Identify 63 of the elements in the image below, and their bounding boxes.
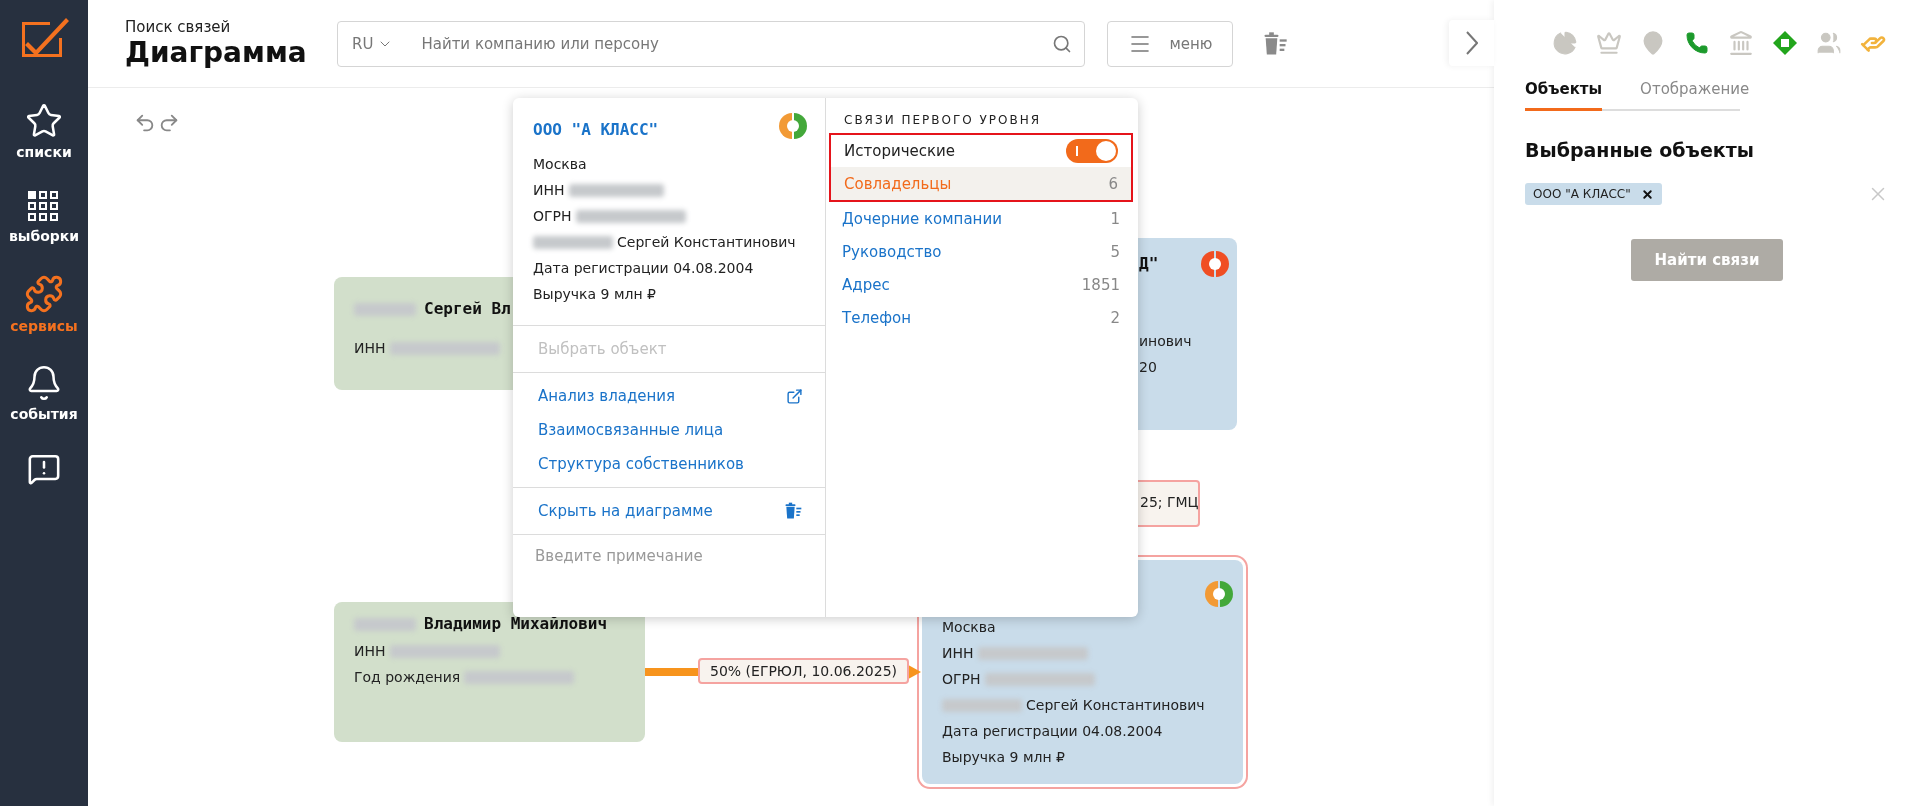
detail-text: ОГРН [533, 207, 572, 226]
status-icon [1205, 580, 1233, 608]
language-select[interactable]: RU [352, 34, 394, 53]
card-title: Сергей Вл [424, 298, 511, 320]
detail-text: Дата регистрации 04.08.2004 [942, 722, 1163, 741]
detail-text: ИНН [354, 339, 386, 358]
link-item[interactable]: Телефон 2 [826, 301, 1138, 334]
section-heading: СВЯЗИ ПЕРВОГО УРОВНЯ [843, 113, 1043, 129]
search-icon[interactable] [1052, 33, 1072, 54]
detail-text: инович [1139, 332, 1192, 351]
menu-action[interactable]: Структура собственников [513, 447, 825, 481]
puzzle-icon [24, 274, 64, 314]
sidebar-item[interactable]: сервисы [10, 274, 78, 334]
status-icon [779, 112, 807, 140]
detail-text: Москва [533, 155, 587, 174]
feedback-icon [27, 452, 61, 486]
detail-text: ОГРН [942, 670, 981, 689]
sidebar-item[interactable]: события [10, 364, 78, 422]
detail-text: Сергей Константинович [617, 233, 796, 252]
detail-text: Год рождения [354, 668, 461, 687]
detail-text: 20 [1139, 358, 1157, 377]
tab[interactable]: Объекты [1525, 80, 1603, 111]
menu-action[interactable]: Взаимосвязанные лица [513, 413, 825, 447]
card-title: Д" [1139, 253, 1159, 275]
status-icon [1201, 250, 1229, 278]
sidebar-item[interactable]: списки [16, 102, 72, 160]
menu-action[interactable]: Скрыть на диаграмме [513, 494, 825, 528]
chevron-right-icon [1465, 31, 1478, 55]
detail-text: Сергей Константинович [1026, 696, 1205, 715]
remove-icon[interactable] [1640, 187, 1654, 201]
redo-icon[interactable] [158, 112, 180, 134]
tab[interactable]: Отображение [1640, 80, 1750, 111]
grid-icon [27, 190, 61, 224]
menu-button[interactable]: меню [1107, 20, 1233, 67]
search-field[interactable]: RU Найти компанию или персону [337, 20, 1085, 67]
company-title[interactable]: ООО "А КЛАСС" [533, 115, 659, 145]
detail-text: Москва [942, 618, 996, 637]
star-icon [25, 102, 63, 140]
detail-text: Выручка 9 млн ₽ [942, 748, 1065, 767]
page-title: Диаграмма [125, 36, 308, 69]
card-title: Владимир Михайлович [424, 613, 608, 635]
link-item[interactable]: Дочерние компании 1 [826, 202, 1138, 235]
detail-text: ИНН [533, 181, 565, 200]
person-card[interactable]: Владимир Михайлович ИНН Год рождения [334, 602, 645, 742]
link-item[interactable]: Руководство 5 [826, 235, 1138, 268]
link-item[interactable]: Адрес 1851 [826, 268, 1138, 301]
detail-text: Дата регистрации 04.08.2004 [533, 259, 754, 278]
sidebar-item[interactable] [27, 452, 61, 486]
chip-label: ООО "А КЛАСС" [1533, 187, 1631, 201]
toggle-label: Исторические [844, 142, 956, 160]
sidebar-item[interactable]: выборки [8, 190, 80, 244]
toggle-switch[interactable] [1066, 139, 1118, 163]
detail-text: ИНН [942, 644, 974, 663]
section-heading: Выбранные объекты [1525, 139, 1755, 161]
page-subtitle: Поиск связей [125, 18, 232, 36]
trash-icon [783, 501, 803, 521]
link-item[interactable]: Совладельцы 6 [831, 167, 1131, 200]
edge-label: 50% (ЕГРЮЛ, 10.06.2025) [698, 658, 910, 684]
collapse-button[interactable] [1449, 20, 1494, 66]
external-link-icon [786, 387, 803, 405]
undo-icon[interactable] [134, 112, 156, 134]
diamond-icon [1772, 30, 1798, 56]
detail-text: ИНН [354, 642, 386, 661]
